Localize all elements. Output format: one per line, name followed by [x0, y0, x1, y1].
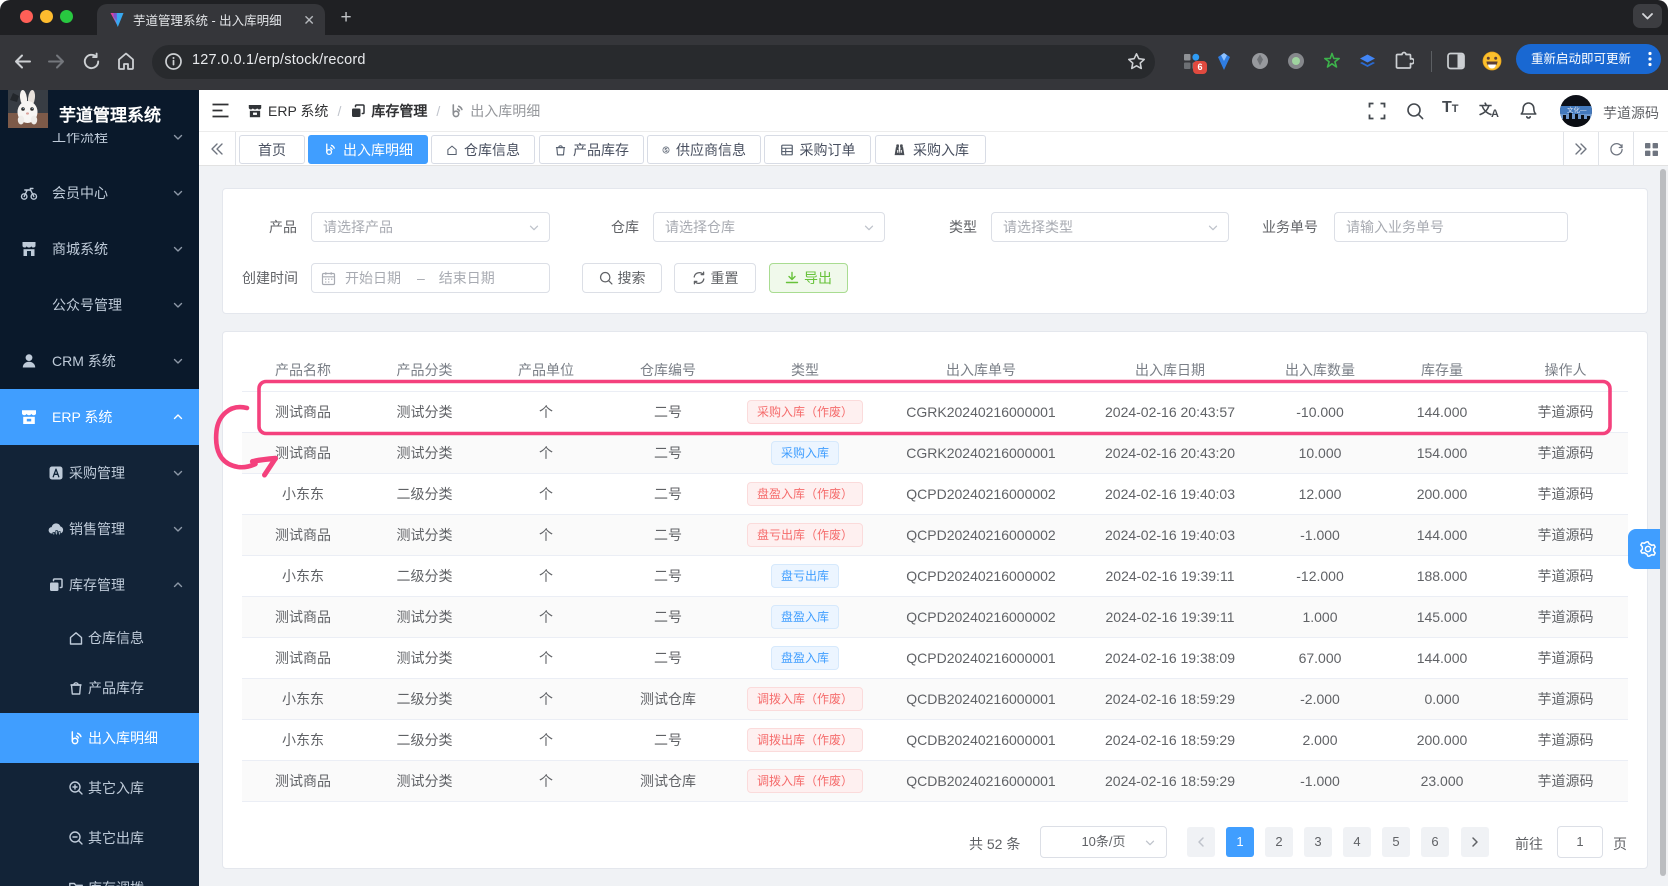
svg-text:文化—: 文化— — [1567, 105, 1587, 114]
